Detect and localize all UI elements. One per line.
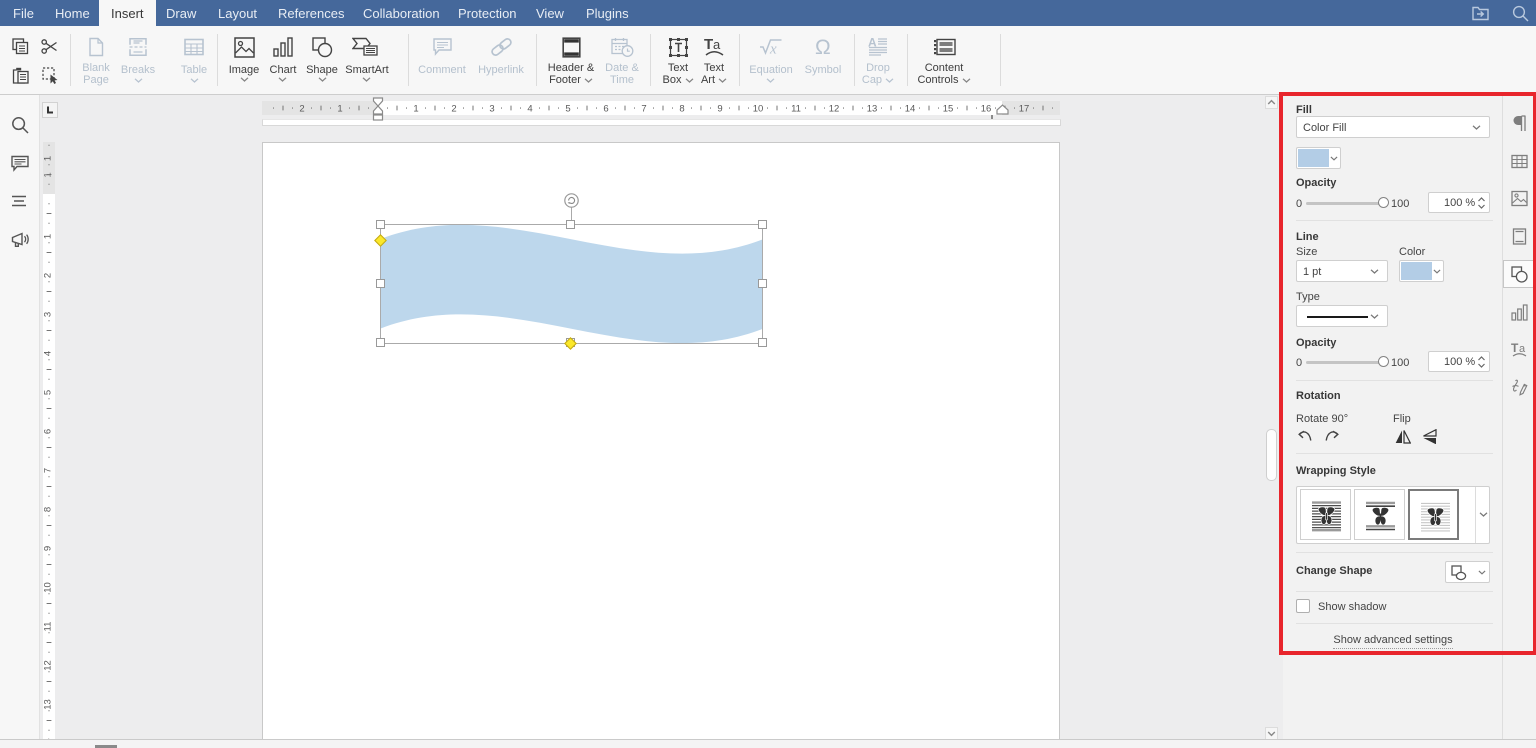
svg-text:2: 2 <box>43 273 54 278</box>
svg-text:1: 1 <box>413 104 418 115</box>
svg-text:x: x <box>769 42 777 57</box>
svg-text:a: a <box>713 37 721 52</box>
svg-text:5: 5 <box>43 390 54 395</box>
svg-text:T: T <box>704 36 713 53</box>
svg-text:9: 9 <box>43 546 54 551</box>
svg-text:17: 17 <box>1019 104 1030 115</box>
svg-text:12: 12 <box>43 660 54 671</box>
svg-text:12: 12 <box>829 104 840 115</box>
svg-text:T: T <box>1511 341 1519 355</box>
svg-text:8: 8 <box>43 507 54 512</box>
svg-text:9: 9 <box>717 104 722 115</box>
svg-text:2: 2 <box>451 104 456 115</box>
svg-text:Ω: Ω <box>815 36 831 58</box>
svg-text:4: 4 <box>527 104 532 115</box>
svg-text:1: 1 <box>43 156 54 161</box>
svg-text:13: 13 <box>43 699 54 710</box>
svg-text:15: 15 <box>943 104 954 115</box>
svg-text:1: 1 <box>43 234 54 239</box>
svg-text:1: 1 <box>337 104 342 115</box>
svg-text:11: 11 <box>791 104 801 115</box>
svg-text:4: 4 <box>43 351 54 356</box>
svg-text:8: 8 <box>679 104 684 115</box>
svg-text:10: 10 <box>43 582 54 593</box>
svg-text:2: 2 <box>299 104 304 115</box>
svg-text:10: 10 <box>753 104 764 115</box>
svg-text:3: 3 <box>43 312 54 317</box>
svg-text:7: 7 <box>641 104 646 115</box>
svg-text:3: 3 <box>489 104 494 115</box>
svg-text:11: 11 <box>43 622 54 632</box>
svg-text:13: 13 <box>867 104 878 115</box>
svg-text:7: 7 <box>43 468 54 473</box>
svg-text:16: 16 <box>981 104 992 115</box>
svg-text:6: 6 <box>603 104 608 115</box>
svg-text:6: 6 <box>43 429 54 434</box>
svg-text:5: 5 <box>565 104 570 115</box>
svg-text:14: 14 <box>905 104 916 115</box>
